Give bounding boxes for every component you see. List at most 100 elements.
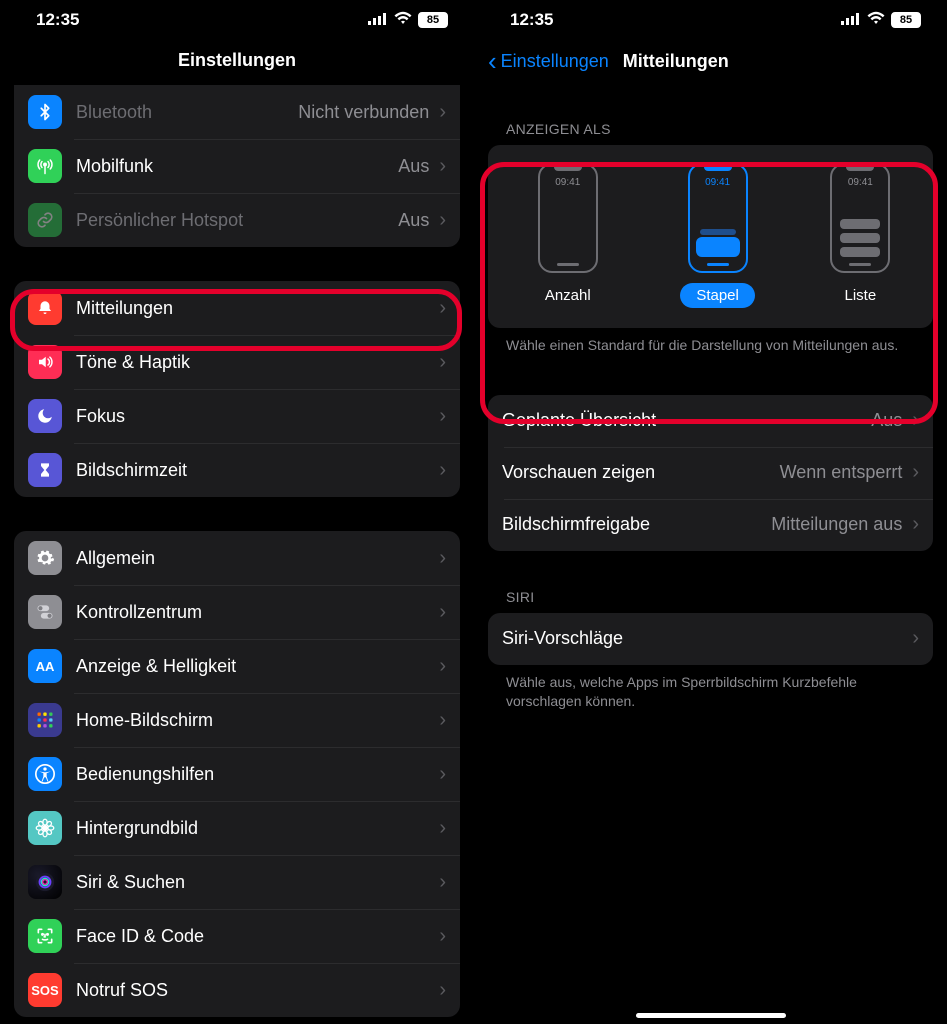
row-label: Mitteilungen	[76, 298, 173, 319]
switches-icon	[28, 595, 62, 629]
row-mitteilungen[interactable]: Mitteilungen ›	[14, 281, 460, 335]
home-indicator[interactable]	[636, 1013, 786, 1018]
nav-bar: ‹ Einstellungen Mitteilungen	[474, 36, 947, 87]
row-label: Mobilfunk	[76, 156, 153, 177]
chevron-right-icon: ›	[439, 817, 446, 840]
chevron-right-icon: ›	[439, 405, 446, 428]
row-bedienungshilfen[interactable]: Bedienungshilfen›	[14, 747, 460, 801]
row-vorschauen-zeigen[interactable]: Vorschauen zeigen Wenn entsperrt›	[488, 447, 933, 499]
wifi-icon	[867, 10, 885, 30]
chevron-right-icon: ›	[912, 461, 919, 484]
siri-header: SIRI	[474, 589, 947, 613]
row-bildschirmfreigabe[interactable]: BildschirmfreigabeMitteilungen aus›	[488, 499, 933, 551]
row-siri-suchen[interactable]: Siri & Suchen ›	[14, 855, 460, 909]
status-bar: 12:35 85	[474, 0, 947, 36]
siri-footer: Wähle aus, welche Apps im Sperrbildschir…	[474, 665, 947, 711]
page-title: Mitteilungen	[623, 51, 729, 72]
row-mobilfunk[interactable]: Mobilfunk Aus›	[14, 139, 460, 193]
row-label: Hintergrundbild	[76, 818, 198, 839]
chevron-right-icon: ›	[439, 547, 446, 570]
row-anzeige-helligkeit[interactable]: AAAnzeige & Helligkeit›	[14, 639, 460, 693]
signal-icon	[841, 10, 861, 30]
status-time: 12:35	[510, 10, 553, 30]
display-as-group: 09:41 Anzahl 09:41Stapel 09:41 Liste	[488, 145, 933, 328]
signal-icon	[368, 10, 388, 30]
page-title: Einstellungen	[0, 36, 474, 83]
connectivity-group: BluetoothNicht verbunden›MobilfunkAus›Pe…	[14, 85, 460, 247]
row-label: Siri & Suchen	[76, 872, 185, 893]
row-label: Home-Bildschirm	[76, 710, 213, 731]
row-fokus[interactable]: Fokus ›	[14, 389, 460, 443]
status-time: 12:35	[36, 10, 79, 30]
row-label: Vorschauen zeigen	[502, 462, 655, 483]
row-bluetooth[interactable]: Bluetooth Nicht verbunden›	[14, 85, 460, 139]
row-label: Siri-Vorschläge	[502, 628, 623, 649]
row-value: Aus	[398, 210, 435, 231]
row-notruf-sos[interactable]: SOS Notruf SOS ›	[14, 963, 460, 1017]
bluetooth-icon	[28, 95, 62, 129]
row-label: Notruf SOS	[76, 980, 168, 1001]
moon-icon	[28, 399, 62, 433]
row-bildschirmzeit[interactable]: Bildschirmzeit›	[14, 443, 460, 497]
row-face-id-code[interactable]: Face ID & Code›	[14, 909, 460, 963]
row-geplante-bersicht[interactable]: Geplante ÜbersichtAus›	[488, 395, 933, 447]
link-icon	[28, 203, 62, 237]
chevron-right-icon: ›	[439, 763, 446, 786]
status-bar: 12:35 85	[0, 0, 474, 36]
display-as-header: ANZEIGEN ALS	[474, 121, 947, 145]
row-value: Wenn entsperrt	[780, 462, 909, 483]
phone-illustration: 09:41	[830, 163, 890, 273]
row-label: Fokus	[76, 406, 125, 427]
display-as-options: 09:41 Anzahl 09:41Stapel 09:41 Liste	[488, 145, 933, 328]
siri-group: Siri-Vorschläge ›	[488, 613, 933, 665]
row-home-bildschirm[interactable]: Home-Bildschirm›	[14, 693, 460, 747]
row-value: Mitteilungen aus	[771, 514, 908, 535]
row-label: Bildschirmzeit	[76, 460, 187, 481]
wifi-icon	[394, 10, 412, 30]
chevron-right-icon: ›	[439, 101, 446, 124]
row-pers-nlicher-hotspot[interactable]: Persönlicher HotspotAus›	[14, 193, 460, 247]
chevron-right-icon: ›	[439, 979, 446, 1002]
row-label: Allgemein	[76, 548, 155, 569]
row-hintergrundbild[interactable]: Hintergrundbild ›	[14, 801, 460, 855]
display-option-anzahl[interactable]: 09:41 Anzahl	[529, 163, 607, 308]
flower-icon	[28, 811, 62, 845]
hourglass-icon	[28, 453, 62, 487]
chevron-right-icon: ›	[439, 155, 446, 178]
row-value: Aus	[398, 156, 435, 177]
row-siri-vorschlaege[interactable]: Siri-Vorschläge ›	[488, 613, 933, 665]
display-option-liste[interactable]: 09:41 Liste	[828, 163, 892, 308]
row-allgemein[interactable]: Allgemein ›	[14, 531, 460, 585]
row-kontrollzentrum[interactable]: Kontrollzentrum›	[14, 585, 460, 639]
back-button[interactable]: Einstellungen	[501, 51, 609, 72]
status-indicators: 85	[368, 10, 448, 30]
speaker-icon	[28, 345, 62, 379]
phone-illustration: 09:41	[538, 163, 598, 273]
option-label: Liste	[828, 283, 892, 308]
row-value: Nicht verbunden	[298, 102, 435, 123]
notruf-sos-icon: SOS	[28, 973, 62, 1007]
grid-icon	[28, 703, 62, 737]
gear-icon	[28, 541, 62, 575]
row-label: Kontrollzentrum	[76, 602, 202, 623]
row-label: Töne & Haptik	[76, 352, 190, 373]
battery-indicator: 85	[891, 12, 921, 28]
option-label: Anzahl	[529, 283, 607, 308]
siri-icon	[28, 865, 62, 899]
notifications-screen: 12:35 85 ‹ Einstellungen Mitteilungen AN…	[474, 0, 947, 1024]
chevron-right-icon: ›	[439, 297, 446, 320]
chevron-right-icon: ›	[439, 871, 446, 894]
chevron-right-icon: ›	[912, 513, 919, 536]
display-as-footer: Wähle einen Standard für die Darstellung…	[474, 328, 947, 355]
row-t-ne-haptik[interactable]: Töne & Haptik›	[14, 335, 460, 389]
battery-indicator: 85	[418, 12, 448, 28]
notification-settings-group: Geplante ÜbersichtAus› Vorschauen zeigen W…	[488, 395, 933, 551]
row-label: Bluetooth	[76, 102, 152, 123]
bell-icon	[28, 291, 62, 325]
settings-screen: 12:35 85 Einstellungen Bluetooth Nicht ve…	[0, 0, 474, 1024]
row-label: Persönlicher Hotspot	[76, 210, 243, 231]
display-option-stapel[interactable]: 09:41Stapel	[680, 163, 755, 308]
chevron-right-icon: ›	[439, 655, 446, 678]
back-chevron-icon[interactable]: ‹	[488, 46, 497, 77]
status-indicators: 85	[841, 10, 921, 30]
